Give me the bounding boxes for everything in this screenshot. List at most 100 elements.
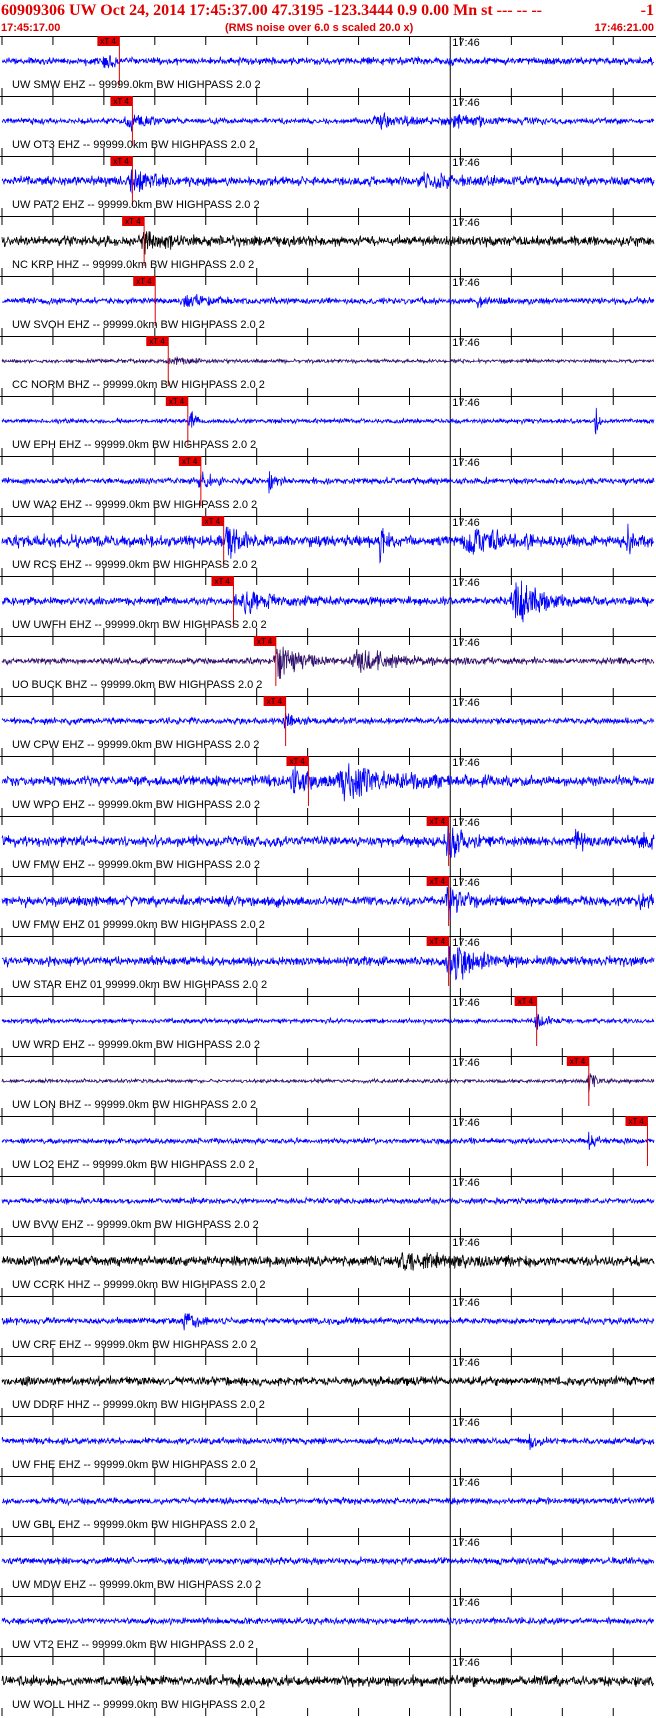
station-label: UW UWFH EHZ -- 99999.0km BW HIGHPASS 2.0… (12, 619, 267, 631)
trace-panel: 17:46 UW WOLL HHZ -- 99999.0km BW HIGHPAS… (0, 1656, 656, 1716)
station-label: UW VT2 EHZ -- 99999.0km BW HIGHPASS 2.0 … (12, 1639, 254, 1651)
waveform-line (1, 231, 655, 255)
event-header: 60909306 UW Oct 24, 2014 17:45:37.00 47.… (0, 0, 656, 22)
pick-label: xT 4 (214, 577, 230, 586)
pick-label: xT 4 (205, 517, 221, 526)
waveform-line (1, 1073, 655, 1093)
station-label: UW BVW EHZ -- 99999.0km BW HIGHPASS 2.0 … (12, 1219, 259, 1231)
trace-panel: 17:46 UW CRF EHZ -- 99999.0km BW HIGHPASS… (0, 1296, 656, 1356)
waveform-line (1, 580, 655, 623)
scaling-note: (RMS noise over 6.0 s scaled 20.0 x) (225, 22, 414, 34)
waveform-line (1, 818, 655, 859)
station-label: UW FHE EHZ -- 99999.0km BW HIGHPASS 2.0 … (12, 1459, 256, 1471)
trace-panel: 17:46 xT 4 UW LO2 EHZ -- 99999.0km BW HIGH… (0, 1116, 656, 1176)
waveform-line (1, 355, 655, 365)
time-range-header: 17:45:17.00 (RMS noise over 6.0 s scaled… (0, 22, 656, 36)
pick-label: xT 4 (113, 157, 129, 166)
waveform-line (1, 523, 655, 564)
trace-panel: 17:46 UW FHE EHZ -- 99999.0km BW HIGHPASS… (0, 1416, 656, 1476)
trace-panel: 17:46 xT 4 UW PAT2 EHZ -- 99999.0km BW HIG… (0, 156, 656, 216)
waveform-line (1, 55, 655, 69)
waveform-line (1, 471, 655, 494)
minute-marker-label: 17:46 (452, 1177, 480, 1189)
trace-panel: 17:46 xT 4 UO BUCK BHZ -- 99999.0km BW HIG… (0, 636, 656, 696)
waveform-line (1, 946, 655, 981)
trace-panel: 17:46 UW MDW EHZ -- 99999.0km BW HIGHPASS… (0, 1536, 656, 1596)
minute-marker-label: 17:46 (452, 397, 480, 409)
pick-label: xT 4 (518, 997, 534, 1006)
station-label: NC KRP HHZ -- 99999.0km BW HIGHPASS 2.0 … (12, 259, 254, 271)
minute-marker-label: 17:46 (452, 97, 480, 109)
station-label: UW FMW EHZ -- 99999.0km BW HIGHPASS 2.0 … (12, 859, 260, 871)
station-label: UW CPW EHZ -- 99999.0km BW HIGHPASS 2.0 … (12, 739, 259, 751)
waveform-line (1, 712, 655, 729)
station-label: UW STAR EHZ 01 99999.0km BW HIGHPASS 2.0… (12, 979, 267, 991)
waveform-line (1, 1313, 655, 1331)
station-label: UW WOLL HHZ -- 99999.0km BW HIGHPASS 2.0… (12, 1699, 265, 1711)
waveform-line (1, 407, 655, 435)
event-info: 60909306 UW Oct 24, 2014 17:45:37.00 47.… (1, 2, 542, 19)
minute-marker-label: 17:46 (452, 757, 480, 769)
trace-panel: 17:46 xT 4 UW OT3 EHZ -- 99999.0km BW HIGH… (0, 96, 656, 156)
trace-panel: 17:46 xT 4 UW WPO EHZ -- 99999.0km BW HIGH… (0, 756, 656, 816)
waveform-line (1, 293, 655, 309)
seismogram-plot: 17:46 xT 4 UW SMW EHZ -- 99999.0km BW HIGH… (0, 36, 656, 1716)
station-label: UW WPO EHZ -- 99999.0km BW HIGHPASS 2.0 … (12, 799, 260, 811)
trace-panel: 17:46 xT 4 CC NORM BHZ -- 99999.0km BW HIG… (0, 336, 656, 396)
pick-label: xT 4 (570, 1057, 586, 1066)
waveform-line (1, 169, 655, 194)
minute-marker-label: 17:46 (452, 1657, 480, 1669)
minute-marker-label: 17:46 (452, 37, 480, 49)
station-label: UW SVOH EHZ -- 99999.0km BW HIGHPASS 2.0… (12, 319, 265, 331)
waveform-line (1, 1196, 655, 1206)
waveform-line (1, 1375, 655, 1388)
station-label: UW OT3 EHZ -- 99999.0km BW HIGHPASS 2.0 … (12, 139, 255, 151)
station-label: UW SMW EHZ -- 99999.0km BW HIGHPASS 2.0 … (12, 79, 261, 91)
minute-marker-label: 17:46 (452, 697, 480, 709)
minute-marker-label: 17:46 (452, 1357, 480, 1369)
trace-panel: 17:46 xT 4 UW EPH EHZ -- 99999.0km BW HIGH… (0, 396, 656, 456)
minute-marker-label: 17:46 (452, 457, 480, 469)
waveform-line (1, 1131, 655, 1150)
minute-marker-label: 17:46 (452, 1597, 480, 1609)
station-label: UW WRD EHZ -- 99999.0km BW HIGHPASS 2.0 … (12, 1039, 260, 1051)
trace-panel: 17:46 xT 4 NC KRP HHZ -- 99999.0km BW HIGH… (0, 216, 656, 276)
minute-marker-label: 17:46 (452, 1537, 480, 1549)
trace-panel: 17:46 xT 4 UW SMW EHZ -- 99999.0km BW HIGH… (0, 36, 656, 96)
pick-label: xT 4 (430, 877, 446, 886)
pick-label: xT 4 (430, 817, 446, 826)
waveform-line (1, 1555, 655, 1567)
minute-marker-label: 17:46 (452, 1237, 480, 1249)
minute-marker-label: 17:46 (452, 277, 480, 289)
station-label: UW WA2 EHZ -- 99999.0km BW HIGHPASS 2.0 … (12, 499, 257, 511)
trace-panel: 17:46 UW BVW EHZ -- 99999.0km BW HIGHPASS… (0, 1176, 656, 1236)
station-label: UW RCS EHZ -- 99999.0km BW HIGHPASS 2.0 … (12, 559, 257, 571)
minute-marker-label: 17:46 (452, 157, 480, 169)
trace-panel: 17:46 UW DDRF HHZ -- 99999.0km BW HIGHPAS… (0, 1356, 656, 1416)
trace-panel: 17:46 xT 4 UW WRD EHZ -- 99999.0km BW HIGH… (0, 996, 656, 1056)
waveform-line (1, 1616, 655, 1626)
waveform-line (1, 1433, 655, 1450)
pick-label: xT 4 (430, 937, 446, 946)
pick-label: xT 4 (100, 37, 116, 46)
trace-panel: 17:46 xT 4 UW STAR EHZ 01 99999.0km BW HIG… (0, 936, 656, 996)
minute-marker-label: 17:46 (452, 817, 480, 829)
minute-marker-label: 17:46 (452, 1057, 480, 1069)
trace-panel: 17:46 xT 4 UW UWFH EHZ -- 99999.0km BW HIG… (0, 576, 656, 636)
station-label: UW LO2 EHZ -- 99999.0km BW HIGHPASS 2.0 … (12, 1159, 254, 1171)
minute-marker-label: 17:46 (452, 637, 480, 649)
pick-label: xT 4 (136, 277, 152, 286)
station-label: UO BUCK BHZ -- 99999.0km BW HIGHPASS 2.0… (12, 679, 262, 691)
minute-marker-label: 17:46 (452, 577, 480, 589)
trace-panel: 17:46 UW GBL EHZ -- 99999.0km BW HIGHPASS… (0, 1476, 656, 1536)
waveform-line (1, 886, 655, 920)
pick-label: xT 4 (125, 217, 141, 226)
minute-marker-label: 17:46 (452, 937, 480, 949)
minute-marker-label: 17:46 (452, 517, 480, 529)
minute-marker-label: 17:46 (452, 877, 480, 889)
station-label: CC NORM BHZ -- 99999.0km BW HIGHPASS 2.0… (12, 379, 265, 391)
end-time: 17:46:21.00 (594, 22, 654, 34)
minute-marker-label: 17:46 (452, 997, 480, 1009)
waveform-line (1, 1673, 655, 1688)
minute-marker-label: 17:46 (452, 1297, 480, 1309)
